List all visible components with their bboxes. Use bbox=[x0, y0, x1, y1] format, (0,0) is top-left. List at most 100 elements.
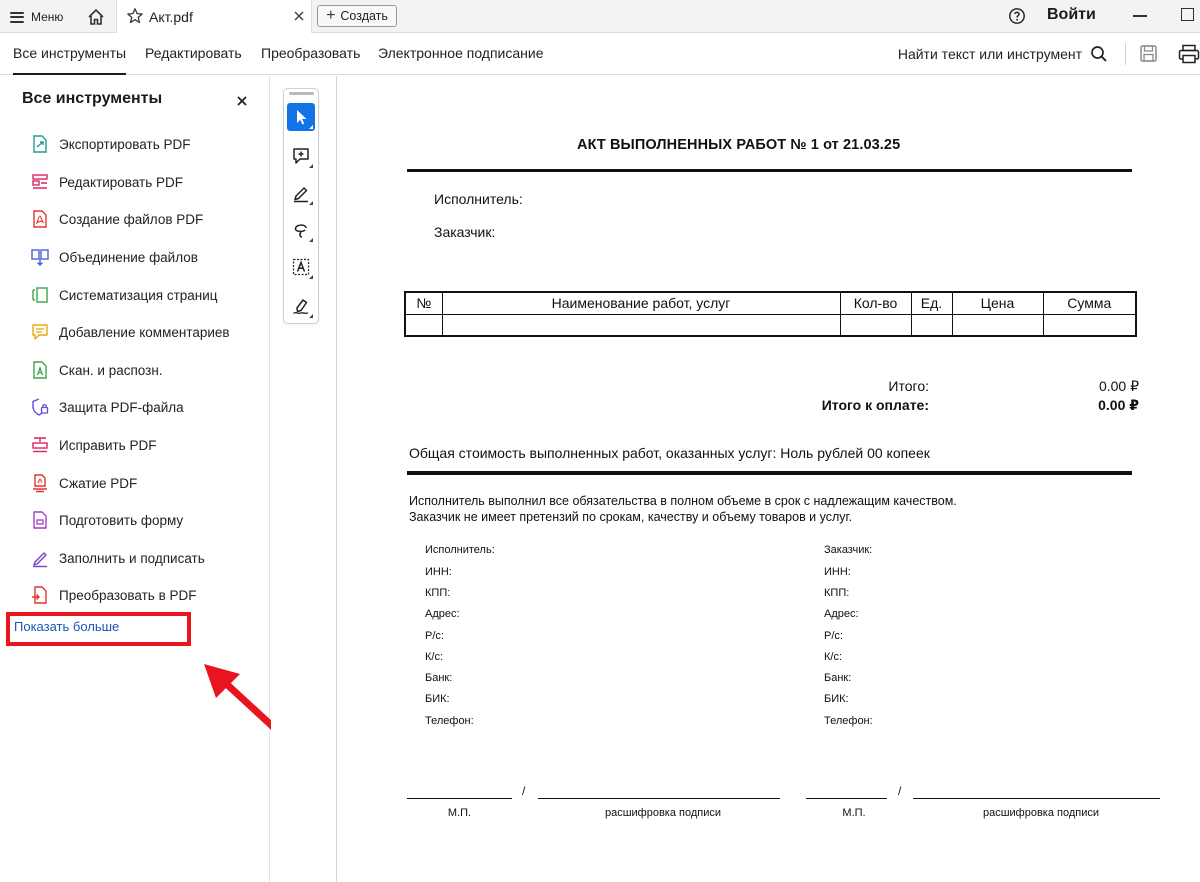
select-tool-button[interactable] bbox=[287, 103, 315, 131]
col-sum: Сумма bbox=[1042, 291, 1137, 315]
pen-icon bbox=[294, 187, 308, 203]
req-line: Банк: bbox=[824, 672, 852, 684]
login-button[interactable]: Войти bbox=[1047, 6, 1096, 24]
help-icon[interactable] bbox=[1008, 7, 1026, 25]
works-table: № Наименование работ, услуг Кол-во Ед. Ц… bbox=[404, 291, 1137, 337]
close-tab-icon[interactable] bbox=[292, 9, 306, 23]
req-line: Телефон: bbox=[824, 715, 873, 727]
tab-all-tools[interactable]: Все инструменты bbox=[13, 45, 127, 75]
redact-icon bbox=[32, 437, 48, 453]
fill-sign-icon bbox=[33, 552, 47, 568]
stamp-label: М.П. bbox=[447, 807, 472, 819]
tool-add-comments[interactable]: Добавление комментариев bbox=[30, 319, 260, 345]
col-name: Наименование работ, услуг bbox=[441, 291, 841, 315]
req-line: К/с: bbox=[824, 651, 843, 663]
tool-label: Скан. и распозн. bbox=[59, 362, 163, 378]
tool-edit-pdf[interactable]: Редактировать PDF bbox=[30, 169, 260, 195]
tool-fill-sign[interactable]: Заполнить и подписать bbox=[30, 545, 260, 571]
tools-menu-bar: Все инструменты Редактировать Преобразов… bbox=[0, 33, 1200, 75]
tool-label: Создание файлов PDF bbox=[59, 211, 204, 227]
sign-tool-button[interactable] bbox=[287, 292, 315, 320]
signature-slash: / bbox=[898, 784, 902, 798]
statement-executor: Исполнитель выполнил все обязательства в… bbox=[409, 494, 957, 508]
cost-rule bbox=[407, 471, 1132, 475]
tool-organize-pages[interactable]: Систематизация страниц bbox=[30, 282, 260, 308]
text-tool-button[interactable] bbox=[287, 253, 315, 281]
draw-tool-button[interactable] bbox=[287, 216, 315, 244]
hamburger-icon bbox=[10, 11, 24, 23]
convert-pdf-icon bbox=[32, 586, 47, 604]
col-qty: Кол-во bbox=[839, 291, 912, 315]
plus-icon: + bbox=[326, 7, 336, 24]
table-cell bbox=[404, 313, 443, 337]
tool-label: Заполнить и подписать bbox=[59, 550, 205, 566]
document-title: АКТ ВЫПОЛНЕННЫХ РАБОТ № 1 от 21.03.25 bbox=[577, 137, 901, 153]
minimize-icon[interactable] bbox=[1133, 15, 1147, 17]
show-more-link[interactable]: Показать больше bbox=[14, 619, 119, 634]
req-line: Р/с: bbox=[425, 630, 444, 642]
maximize-icon[interactable] bbox=[1181, 8, 1194, 21]
tool-export-pdf[interactable]: Экспортировать PDF bbox=[30, 131, 260, 157]
combine-files-icon bbox=[31, 249, 49, 266]
text-box-icon bbox=[292, 258, 310, 276]
total-value: 0.00 ₽ bbox=[1098, 378, 1139, 394]
customer-signature-line bbox=[806, 798, 887, 799]
add-comment-tool-button[interactable] bbox=[287, 142, 315, 170]
create-pdf-icon bbox=[33, 210, 47, 228]
req-line: Телефон: bbox=[425, 715, 474, 727]
tool-combine-files[interactable]: Объединение файлов bbox=[30, 244, 260, 270]
tool-prepare-form[interactable]: Подготовить форму bbox=[30, 507, 260, 533]
req-line: БИК: bbox=[824, 693, 849, 705]
all-tools-panel: Все инструменты Экспортировать PDF Редак… bbox=[0, 76, 338, 882]
lasso-icon bbox=[294, 224, 307, 238]
sign-pen-icon bbox=[293, 299, 309, 315]
signature-slash: / bbox=[522, 784, 526, 798]
tool-label: Защита PDF-файла bbox=[59, 399, 184, 415]
stamp-label: М.П. bbox=[842, 807, 866, 819]
executor-label: Исполнитель: bbox=[434, 191, 523, 207]
highlight-tool-button[interactable] bbox=[287, 179, 315, 207]
req-line: Р/с: bbox=[824, 630, 843, 642]
req-line: Адрес: bbox=[824, 608, 859, 620]
total-label: Итого: bbox=[888, 378, 929, 394]
req-line: КПП: bbox=[425, 587, 451, 599]
col-unit: Ед. bbox=[910, 291, 953, 315]
tab-title: Акт.pdf bbox=[149, 9, 193, 25]
edit-pdf-icon bbox=[32, 174, 48, 189]
tool-compress-pdf[interactable]: Сжатие PDF bbox=[30, 470, 260, 496]
tool-protect-pdf[interactable]: Защита PDF-файла bbox=[30, 394, 260, 420]
create-button[interactable]: + Создать bbox=[317, 5, 397, 27]
customer-label: Заказчик: bbox=[434, 224, 496, 240]
table-cell bbox=[839, 313, 912, 337]
tab-e-sign[interactable]: Электронное подписание bbox=[378, 45, 544, 61]
home-icon[interactable] bbox=[86, 7, 106, 27]
tool-convert-to-pdf[interactable]: Преобразовать в PDF bbox=[30, 582, 260, 608]
star-icon[interactable] bbox=[126, 7, 144, 25]
req-line: Банк: bbox=[425, 672, 453, 684]
menu-button[interactable]: Меню bbox=[10, 7, 63, 27]
req-line: ИНН: bbox=[824, 566, 851, 578]
tab-akt-pdf[interactable]: Акт.pdf bbox=[116, 0, 312, 33]
tab-edit[interactable]: Редактировать bbox=[145, 45, 242, 61]
toolbar-grip[interactable] bbox=[289, 92, 314, 95]
table-row bbox=[404, 313, 1137, 337]
panel-title: Все инструменты bbox=[22, 90, 163, 107]
print-icon[interactable] bbox=[1178, 44, 1200, 64]
tool-scan-ocr[interactable]: Скан. и распозн. bbox=[30, 357, 260, 383]
save-icon[interactable] bbox=[1139, 44, 1158, 63]
table-cell bbox=[441, 313, 841, 337]
find-tool-button[interactable]: Найти текст или инструмент bbox=[898, 46, 1082, 62]
req-line: К/с: bbox=[425, 651, 444, 663]
search-icon[interactable] bbox=[1090, 45, 1108, 63]
tab-convert[interactable]: Преобразовать bbox=[261, 45, 360, 61]
title-rule bbox=[407, 169, 1132, 172]
tool-create-pdf[interactable]: Создание файлов PDF bbox=[30, 206, 260, 232]
scan-ocr-icon bbox=[33, 361, 47, 379]
tool-label: Сжатие PDF bbox=[59, 475, 138, 491]
close-panel-icon[interactable] bbox=[236, 95, 248, 107]
compress-icon bbox=[33, 474, 47, 493]
document-viewer[interactable] bbox=[271, 76, 1200, 882]
tool-redact-pdf[interactable]: Исправить PDF bbox=[30, 432, 260, 458]
protect-icon bbox=[32, 398, 49, 416]
create-label: Создать bbox=[340, 9, 388, 23]
